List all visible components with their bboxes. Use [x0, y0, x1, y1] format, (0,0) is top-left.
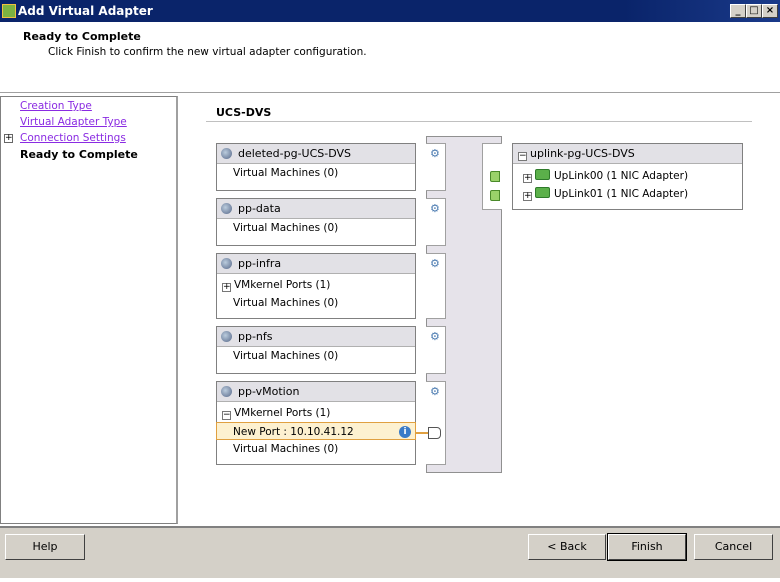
expand-icon[interactable]: +	[222, 283, 231, 292]
minimize-button[interactable]: _	[730, 4, 746, 18]
port-group-slot: ⚙	[426, 381, 446, 465]
maximize-button[interactable]: □	[746, 4, 762, 18]
port-group-name: pp-data	[238, 202, 281, 215]
port-group-name: pp-vMotion	[238, 385, 300, 398]
uplink-port-group[interactable]: − uplink-pg-UCS-DVS + UpLink00 (1 NIC Adap…	[512, 143, 743, 210]
port-group-icon	[221, 148, 232, 159]
port-group-icon	[221, 386, 232, 397]
port-group-pp-infra[interactable]: pp-infra + VMkernel Ports (1) Virtual Mac…	[216, 253, 416, 319]
port-group-slot: ⚙	[426, 326, 446, 374]
port-group-deleted-pg-ucs-dvs[interactable]: deleted-pg-UCS-DVS Virtual Machines (0)	[216, 143, 416, 191]
port-group-icon	[221, 331, 232, 342]
port-group-name: deleted-pg-UCS-DVS	[238, 147, 352, 160]
uplink-label: UpLink01 (1 NIC Adapter)	[554, 188, 689, 200]
cancel-button[interactable]: Cancel	[694, 534, 773, 560]
vm-count: Virtual Machines (0)	[233, 297, 339, 309]
port-group-slot: ⚙	[426, 253, 446, 319]
port-settings-icon: ⚙	[430, 147, 440, 160]
port-settings-icon: ⚙	[430, 257, 440, 270]
expand-connection-settings-icon[interactable]: +	[4, 134, 13, 143]
nic-port-icon	[490, 190, 500, 201]
port-group-name: pp-infra	[238, 257, 282, 270]
uplink-slot	[482, 143, 502, 210]
vmkernel-ports: VMkernel Ports (1)	[234, 279, 331, 291]
nic-port-icon	[490, 171, 500, 182]
header-divider	[0, 92, 780, 94]
nic-adapter-icon	[535, 187, 550, 198]
vm-count: Virtual Machines (0)	[233, 167, 339, 179]
uplink-group-name: uplink-pg-UCS-DVS	[530, 147, 635, 160]
port-connection-line	[416, 432, 428, 434]
new-port-label: New Port : 10.10.41.12	[233, 426, 354, 438]
collapse-icon[interactable]: −	[222, 411, 231, 420]
step-virtual-adapter-type[interactable]: Virtual Adapter Type	[20, 116, 127, 128]
port-settings-icon: ⚙	[430, 385, 440, 398]
port-group-pp-data[interactable]: pp-data Virtual Machines (0)	[216, 198, 416, 246]
page-subtitle: Click Finish to confirm the new virtual …	[48, 46, 367, 58]
port-group-slot: ⚙	[426, 198, 446, 246]
expand-icon[interactable]: +	[523, 192, 532, 201]
uplink-item[interactable]: + UpLink00 (1 NIC Adapter)	[513, 167, 742, 185]
port-group-icon	[221, 203, 232, 214]
vm-count: Virtual Machines (0)	[233, 222, 339, 234]
close-button[interactable]: ×	[762, 4, 778, 18]
vm-count: Virtual Machines (0)	[233, 443, 339, 455]
port-settings-icon: ⚙	[430, 202, 440, 215]
uplink-label: UpLink00 (1 NIC Adapter)	[554, 170, 689, 182]
vmkernel-ports: VMkernel Ports (1)	[234, 407, 331, 419]
help-button[interactable]: Help	[5, 534, 85, 560]
port-group-name: pp-nfs	[238, 330, 273, 343]
info-icon[interactable]: i	[399, 426, 411, 438]
new-port-row[interactable]: New Port : 10.10.41.12 i	[216, 422, 416, 440]
step-ready-to-complete: Ready to Complete	[20, 148, 138, 161]
port-group-slot: ⚙	[426, 143, 446, 191]
back-button[interactable]: < Back	[528, 534, 606, 560]
window-title: Add Virtual Adapter	[18, 4, 153, 18]
port-group-pp-vmotion[interactable]: pp-vMotion − VMkernel Ports (1) New Port …	[216, 381, 416, 465]
finish-button[interactable]: Finish	[607, 533, 687, 561]
port-settings-icon: ⚙	[430, 330, 440, 343]
new-port-icon	[428, 427, 441, 439]
title-bar: Add Virtual Adapter	[0, 0, 780, 22]
collapse-icon[interactable]: −	[518, 152, 527, 161]
switch-name: UCS-DVS	[216, 106, 272, 119]
vm-count: Virtual Machines (0)	[233, 350, 339, 362]
step-creation-type[interactable]: Creation Type	[20, 100, 92, 112]
page-title: Ready to Complete	[23, 30, 141, 43]
port-group-pp-nfs[interactable]: pp-nfs Virtual Machines (0)	[216, 326, 416, 374]
uplink-item[interactable]: + UpLink01 (1 NIC Adapter)	[513, 185, 742, 203]
app-icon	[2, 4, 16, 18]
step-connection-settings[interactable]: Connection Settings	[20, 132, 126, 144]
port-group-icon	[221, 258, 232, 269]
expand-icon[interactable]: +	[523, 174, 532, 183]
switch-divider	[206, 121, 752, 122]
nic-adapter-icon	[535, 169, 550, 180]
